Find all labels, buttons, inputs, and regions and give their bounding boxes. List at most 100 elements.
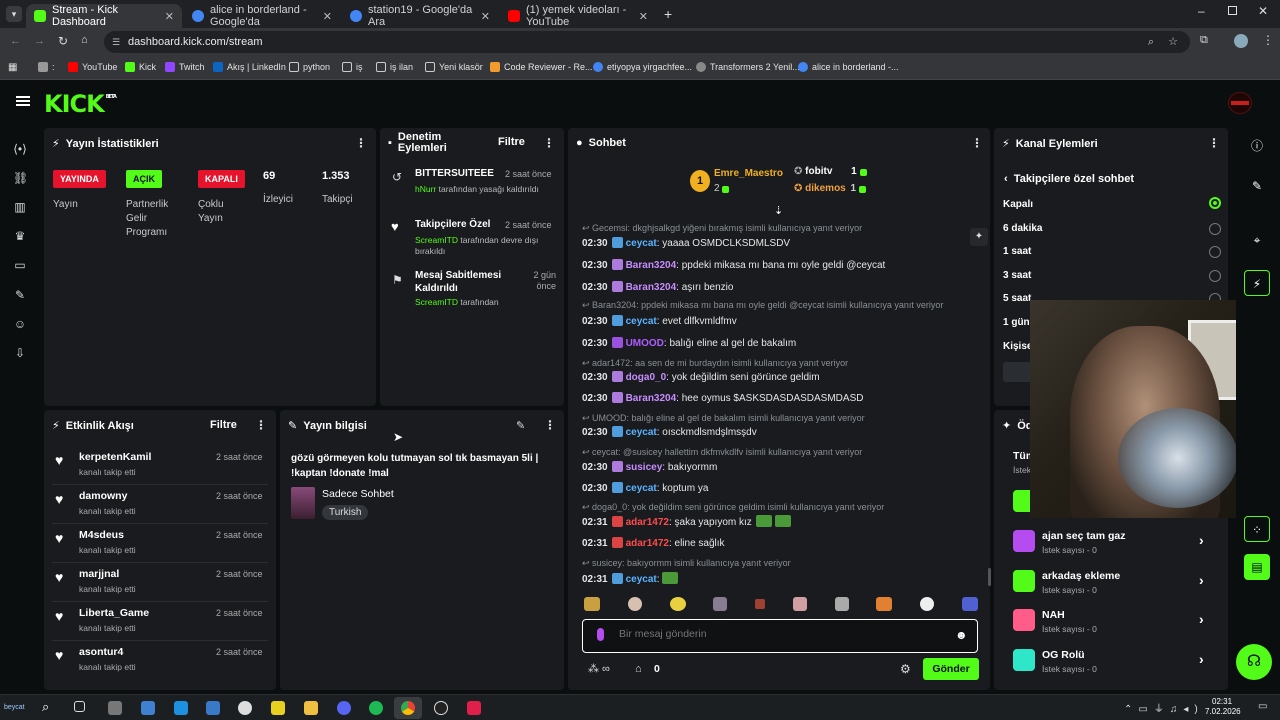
obs-icon[interactable] bbox=[434, 701, 448, 715]
chat-username[interactable]: adar1472 bbox=[626, 538, 669, 549]
forward-icon[interactable]: → bbox=[34, 35, 45, 47]
chat-username[interactable]: ceycat bbox=[626, 483, 657, 494]
back-icon[interactable]: ← bbox=[10, 35, 21, 47]
emote-icon[interactable] bbox=[755, 599, 766, 609]
back-button[interactable]: ‹ Takipçilere özel sohbet bbox=[1004, 173, 1134, 185]
moderator-name[interactable]: hNurr bbox=[415, 184, 436, 194]
close-tab-icon[interactable]: ✕ bbox=[639, 10, 648, 23]
pin-icon[interactable]: ✦ bbox=[970, 228, 988, 246]
trophy-icon[interactable]: ♛ bbox=[13, 229, 27, 243]
bookmark-kick[interactable]: Kick bbox=[125, 62, 156, 72]
follower-name[interactable]: Liberta_Game bbox=[79, 607, 149, 619]
kick-logo[interactable]: KICK BETA bbox=[44, 90, 117, 118]
bookmark-yeni-klasor[interactable]: Yeni klasör bbox=[425, 62, 483, 72]
bookmark-is[interactable]: iş bbox=[342, 62, 363, 72]
top-gifter-name[interactable]: Emre_Maestro bbox=[714, 168, 783, 179]
reward-item[interactable]: OG Rolü İstek sayısı - 0 › bbox=[1013, 648, 1223, 677]
category-thumbnail[interactable] bbox=[291, 487, 315, 519]
close-tab-icon[interactable]: ✕ bbox=[323, 10, 332, 23]
dots-icon[interactable]: ⁘ bbox=[1244, 516, 1270, 542]
more-options-icon[interactable]: ⋮ bbox=[971, 136, 983, 150]
chat-message[interactable]: 02:30 ceycat: oısckmdlsmdşlmsşdv bbox=[582, 426, 757, 438]
more-options-icon[interactable]: ⋮ bbox=[355, 136, 367, 150]
radio-selected[interactable] bbox=[1209, 197, 1221, 209]
chat-message[interactable]: 02:31 adar1472: eline sağlık bbox=[582, 537, 725, 549]
emote-icon[interactable] bbox=[584, 597, 600, 611]
zoom-icon[interactable]: ⌕ bbox=[1148, 31, 1154, 53]
reply-context[interactable]: ↩ UMOOD: balığı eline al gel de bakalım … bbox=[582, 413, 865, 424]
reload-icon[interactable]: ↻ bbox=[58, 34, 68, 48]
vscode-icon[interactable] bbox=[174, 701, 188, 715]
taskbar-user[interactable]: beycat bbox=[4, 704, 25, 711]
chat-message-input[interactable] bbox=[619, 628, 939, 640]
chat-username[interactable]: ceycat bbox=[626, 574, 657, 585]
emote-icon[interactable] bbox=[961, 597, 978, 611]
emote-icon[interactable] bbox=[792, 597, 807, 611]
follower-name[interactable]: M4sdeus bbox=[79, 529, 124, 541]
link-icon[interactable]: ⛓ bbox=[13, 171, 28, 185]
clock-date[interactable]: 7.02.2026 bbox=[1205, 707, 1241, 716]
site-info-icon[interactable]: ☰ bbox=[112, 31, 120, 53]
chat-message[interactable]: 02:30 UMOOD: balığı eline al gel de bakal… bbox=[582, 337, 796, 349]
duration-option-label[interactable]: 1 saat bbox=[1003, 246, 1031, 257]
profile-avatar[interactable] bbox=[1234, 34, 1248, 48]
radio-button[interactable] bbox=[1209, 222, 1221, 235]
home-icon[interactable]: ⌂ bbox=[81, 34, 88, 46]
duration-option-label[interactable]: Kişise bbox=[1003, 341, 1032, 352]
gift-sub-icon[interactable]: ⁂ ∞ bbox=[588, 662, 610, 675]
chat-settings-icon[interactable]: ⚙ bbox=[900, 662, 911, 676]
storefront-icon[interactable]: ⌂ bbox=[635, 663, 642, 675]
info-icon[interactable]: ⓘ bbox=[1244, 133, 1270, 159]
reply-context[interactable]: ↩ adar1472: aa sen de mi burdaydın isiml… bbox=[582, 358, 848, 369]
app-icon[interactable] bbox=[141, 701, 155, 715]
bookmark-twitch[interactable]: Twitch bbox=[165, 62, 205, 72]
chat-username[interactable]: adar1472 bbox=[626, 517, 669, 528]
reward-item[interactable]: NAH İstek sayısı - 0 › bbox=[1013, 609, 1223, 637]
bookmark-youtube[interactable]: YouTube bbox=[68, 62, 117, 72]
chat-message[interactable]: 02:30 doga0_0: yok değildim seni görünce … bbox=[582, 371, 820, 383]
edit-icon[interactable]: ✎ bbox=[516, 419, 525, 432]
collapse-arrow-icon[interactable]: ⇣ bbox=[774, 204, 783, 217]
lightning-icon[interactable]: ⚡ bbox=[1244, 270, 1270, 296]
tab-search-button[interactable]: ▾ bbox=[6, 6, 22, 22]
chat-username[interactable]: doga0_0 bbox=[626, 372, 667, 383]
restore-window-icon[interactable] bbox=[1228, 6, 1237, 15]
chrome-icon[interactable] bbox=[401, 701, 415, 715]
more-options-icon[interactable]: ⋮ bbox=[1208, 136, 1220, 150]
microphone-icon[interactable] bbox=[597, 628, 604, 641]
chat-message[interactable]: 02:30 ceycat: koptum ya bbox=[582, 482, 708, 494]
category-name[interactable]: Sadece Sohbet bbox=[322, 488, 394, 500]
chat-username[interactable]: Baran3204 bbox=[626, 393, 677, 404]
chat-message[interactable]: 02:30 ceycat: evet dlfkvmldfmv bbox=[582, 315, 737, 327]
more-options-icon[interactable]: ⋮ bbox=[543, 136, 555, 150]
filter-button[interactable]: Filtre bbox=[210, 419, 237, 431]
chat-scrollbar[interactable] bbox=[988, 568, 991, 586]
chatgpt-icon[interactable] bbox=[238, 701, 252, 715]
reward-item[interactable]: arkadaş ekleme İstek sayısı - 0 › bbox=[1013, 569, 1223, 598]
chart-icon[interactable]: ▥ bbox=[13, 200, 27, 214]
tab-station19-google[interactable]: station19 - Google'da Ara ✕ bbox=[342, 4, 498, 28]
follower-name[interactable]: asontur4 bbox=[79, 646, 123, 658]
reply-context[interactable]: ↩ susicey: bakıyormm isimli kullanıcıya … bbox=[582, 558, 791, 569]
close-tab-icon[interactable]: ✕ bbox=[165, 10, 174, 23]
new-tab-button[interactable]: + bbox=[664, 6, 672, 22]
chat-message[interactable]: 02:30 Baran3204: hee oymus $ASKSDASDASDAS… bbox=[582, 392, 863, 404]
tab-alice-google[interactable]: alice in borderland - Google'da ✕ bbox=[184, 4, 340, 28]
follower-name[interactable]: kerpetenKamil bbox=[79, 451, 151, 463]
apps-icon[interactable]: ▦ bbox=[8, 62, 17, 73]
search-icon[interactable]: ⌕ bbox=[42, 699, 49, 715]
video-icon[interactable]: ▭ bbox=[13, 258, 27, 272]
emoji-icon[interactable]: ☻ bbox=[955, 628, 968, 642]
emote-icon[interactable] bbox=[876, 597, 893, 611]
channel-avatar[interactable] bbox=[1228, 92, 1252, 114]
clapperboard-icon[interactable]: ▤ bbox=[1244, 554, 1270, 580]
moderator-name[interactable]: ScreamITD bbox=[415, 235, 458, 245]
browser-menu-icon[interactable]: ⋮ bbox=[1262, 33, 1274, 47]
hamburger-menu-icon[interactable] bbox=[16, 96, 30, 106]
chat-message[interactable]: 02:30 Baran3204: ppdeki mikasa mı bana mı… bbox=[582, 259, 885, 271]
tab-youtube[interactable]: (1) yemek videoları - YouTube ✕ bbox=[500, 4, 656, 28]
send-button[interactable]: Gönder bbox=[923, 658, 979, 680]
app-red-icon[interactable] bbox=[467, 701, 481, 715]
duration-option-label[interactable]: 6 dakika bbox=[1003, 223, 1042, 234]
more-options-icon[interactable]: ⋮ bbox=[544, 418, 556, 432]
